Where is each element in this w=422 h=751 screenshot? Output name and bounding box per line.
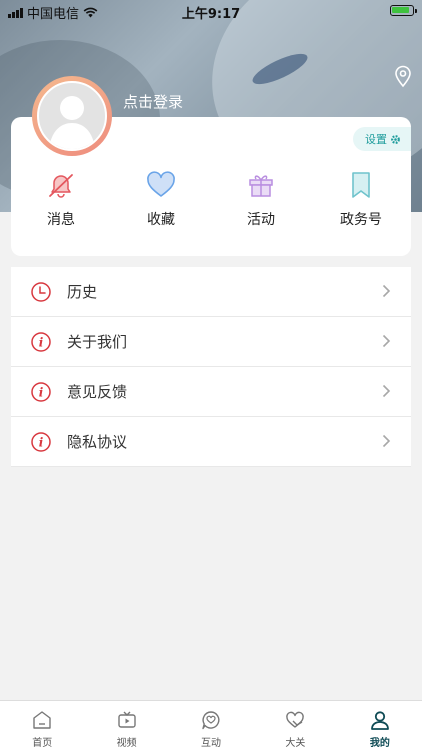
menu-label: 意见反馈 bbox=[67, 383, 128, 401]
gear-icon bbox=[391, 134, 400, 144]
info-icon: i bbox=[31, 431, 51, 452]
quick-label: 消息 bbox=[47, 212, 75, 228]
tab-label: 我的 bbox=[369, 738, 390, 749]
tab-interact[interactable]: 互动 bbox=[169, 701, 253, 751]
menu-label: 历史 bbox=[67, 283, 98, 301]
menu-item-feedback[interactable]: i 意见反馈 bbox=[11, 367, 411, 417]
status-bar: 中国电信 上午9:17 bbox=[0, 0, 422, 22]
battery-icon bbox=[390, 5, 417, 16]
default-avatar-icon bbox=[49, 96, 95, 149]
heart-hand-icon bbox=[286, 711, 305, 728]
chevron-right-icon bbox=[382, 334, 391, 348]
menu-item-history[interactable]: 历史 bbox=[11, 267, 411, 317]
home-icon bbox=[33, 711, 51, 729]
menu-item-about-us[interactable]: i 关于我们 bbox=[11, 317, 411, 367]
avatar[interactable] bbox=[32, 76, 112, 156]
tab-bar: 首页 视频 互动 大关 我的 bbox=[0, 700, 422, 751]
menu-item-privacy[interactable]: i 隐私协议 bbox=[11, 417, 411, 467]
chevron-right-icon bbox=[382, 284, 391, 298]
tab-daguan[interactable]: 大关 bbox=[253, 701, 337, 751]
quick-actions: 消息 收藏 活动 政务号 bbox=[11, 169, 411, 229]
quick-label: 收藏 bbox=[147, 212, 175, 228]
chevron-right-icon bbox=[382, 384, 391, 398]
settings-label: 设置 bbox=[365, 133, 387, 146]
tab-label: 视频 bbox=[116, 738, 137, 749]
location-pin-icon[interactable] bbox=[392, 64, 414, 88]
svg-text:i: i bbox=[39, 335, 44, 349]
chat-heart-icon bbox=[202, 711, 220, 730]
quick-item-gov-accounts[interactable]: 政务号 bbox=[311, 169, 411, 229]
heart-icon bbox=[147, 171, 175, 197]
clock-icon bbox=[31, 281, 51, 302]
tab-home[interactable]: 首页 bbox=[0, 701, 84, 751]
status-time: 上午9:17 bbox=[181, 7, 241, 22]
chevron-right-icon bbox=[382, 434, 391, 448]
tab-label: 互动 bbox=[201, 738, 222, 749]
tab-label: 首页 bbox=[32, 738, 53, 749]
login-link[interactable]: 点击登录 bbox=[123, 91, 183, 112]
quick-label: 活动 bbox=[247, 212, 275, 228]
tv-icon bbox=[117, 711, 136, 728]
info-icon: i bbox=[31, 331, 51, 352]
tab-label: 大关 bbox=[285, 738, 306, 749]
svg-text:i: i bbox=[39, 435, 44, 449]
quick-label: 政务号 bbox=[340, 212, 382, 228]
bookmark-icon bbox=[352, 172, 370, 198]
user-icon bbox=[370, 711, 389, 730]
tab-video[interactable]: 视频 bbox=[84, 701, 168, 751]
svg-text:i: i bbox=[39, 385, 44, 399]
settings-button[interactable]: 设置 bbox=[353, 127, 411, 151]
menu-list: 历史 i 关于我们 i 意见反馈 i 隐私协议 bbox=[11, 267, 411, 467]
quick-item-favorites[interactable]: 收藏 bbox=[111, 169, 211, 229]
menu-label: 隐私协议 bbox=[67, 433, 128, 451]
gift-icon bbox=[249, 175, 273, 197]
quick-item-messages[interactable]: 消息 bbox=[11, 169, 111, 229]
bell-off-icon bbox=[49, 174, 73, 198]
quick-item-activities[interactable]: 活动 bbox=[211, 169, 311, 229]
menu-label: 关于我们 bbox=[67, 333, 128, 351]
tab-mine[interactable]: 我的 bbox=[338, 701, 422, 751]
info-icon: i bbox=[31, 381, 51, 402]
